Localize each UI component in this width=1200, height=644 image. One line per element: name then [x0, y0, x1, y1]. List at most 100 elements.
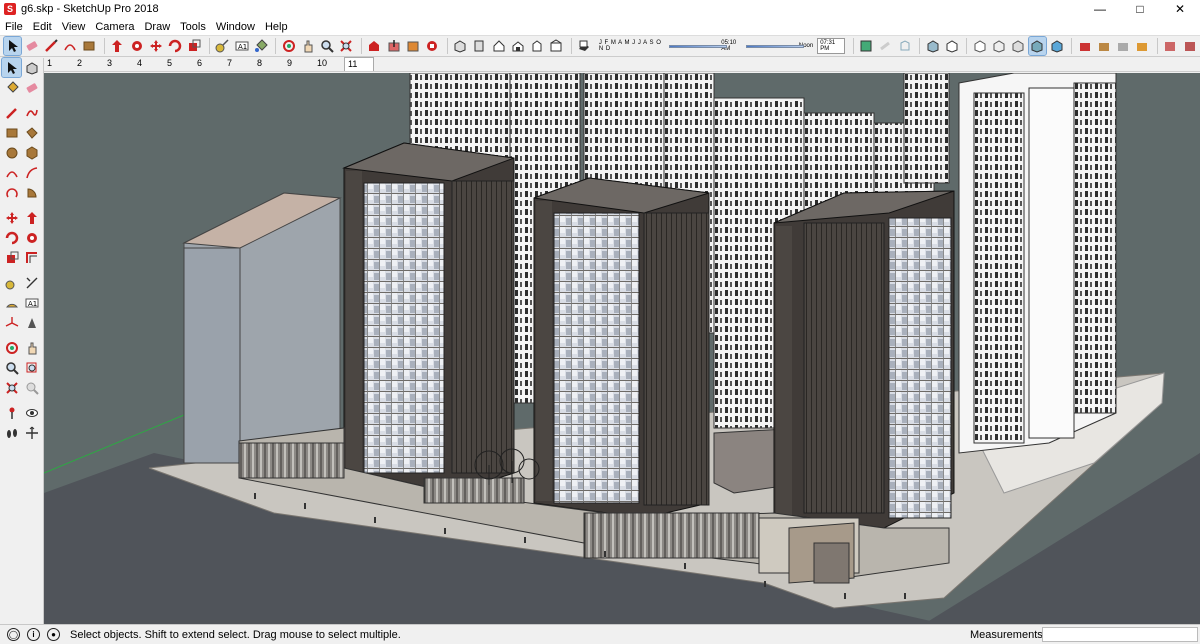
text-tool-icon[interactable]: A1 [233, 37, 250, 55]
eraser-icon[interactable] [23, 37, 40, 55]
warehouse-icon[interactable] [366, 37, 383, 55]
extension-warehouse-icon[interactable] [424, 37, 441, 55]
model-viewport[interactable] [44, 73, 1200, 624]
two-point-arc-icon[interactable] [22, 163, 41, 182]
scene-tab-7[interactable]: 7 [224, 57, 254, 71]
style-edges-icon[interactable] [990, 37, 1007, 55]
top-view-icon[interactable] [471, 37, 488, 55]
sunset-time[interactable]: 07:31 PM [817, 38, 845, 54]
dimension-icon[interactable] [22, 273, 41, 292]
minimize-icon[interactable]: — [1080, 0, 1120, 18]
three-point-arc-icon[interactable] [2, 183, 21, 202]
close-icon[interactable]: ✕ [1160, 0, 1200, 18]
freehand-icon[interactable] [22, 103, 41, 122]
plugin-three-icon[interactable] [1115, 37, 1132, 55]
arc-icon[interactable] [2, 163, 21, 182]
line-tool-icon[interactable] [42, 37, 59, 55]
measurements-input[interactable] [1042, 627, 1198, 642]
zoom-extents-side-icon[interactable] [2, 378, 21, 397]
move-tool-icon[interactable] [147, 37, 164, 55]
hidden-line-icon[interactable] [924, 37, 941, 55]
scene-tab-3[interactable]: 3 [104, 57, 134, 71]
style-textured-icon[interactable] [1027, 36, 1048, 56]
share-model-icon[interactable] [385, 37, 402, 55]
pan-icon[interactable] [299, 37, 316, 55]
xray-icon[interactable] [858, 37, 875, 55]
menu-help[interactable]: Help [260, 21, 293, 33]
text-label-icon[interactable]: A1 [22, 293, 41, 312]
offset-icon[interactable] [22, 248, 41, 267]
menu-view[interactable]: View [57, 21, 91, 33]
scene-tab-11[interactable]: 11 [344, 57, 374, 71]
rectangle-tool-icon[interactable] [81, 37, 98, 55]
menu-tools[interactable]: Tools [175, 21, 211, 33]
time-slider[interactable] [668, 41, 727, 51]
scene-tab-9[interactable]: 9 [284, 57, 314, 71]
iso-view-icon[interactable] [452, 37, 469, 55]
zoom-icon[interactable] [319, 37, 336, 55]
orbit-side-icon[interactable] [2, 338, 21, 357]
move-icon[interactable] [2, 208, 21, 227]
time-slider-track[interactable] [668, 45, 727, 48]
previous-view-icon[interactable] [22, 378, 41, 397]
menu-draw[interactable]: Draw [139, 21, 175, 33]
3d-text-icon[interactable] [22, 313, 41, 332]
arc-tool-icon[interactable] [62, 37, 79, 55]
pie-icon[interactable] [22, 183, 41, 202]
wireframe-icon[interactable] [896, 37, 913, 55]
plugin-one-icon[interactable] [1076, 37, 1093, 55]
push-pull-icon[interactable] [109, 37, 126, 55]
plugin-six-icon[interactable] [1181, 37, 1198, 55]
front-view-icon[interactable] [490, 37, 507, 55]
geo-location-icon[interactable]: ◯ [7, 628, 20, 641]
rotate-tool-icon[interactable] [166, 37, 183, 55]
look-around-icon[interactable] [22, 403, 41, 422]
scene-tab-6[interactable]: 6 [194, 57, 224, 71]
scene-tab-8[interactable]: 8 [254, 57, 284, 71]
position-camera-icon[interactable] [2, 403, 21, 422]
zoom-side-icon[interactable] [2, 358, 21, 377]
back-view-icon[interactable] [528, 37, 545, 55]
section-plane-icon[interactable] [22, 423, 41, 442]
shaded-icon[interactable] [943, 37, 960, 55]
maximize-icon[interactable]: □ [1120, 0, 1160, 18]
protractor-icon[interactable] [2, 293, 21, 312]
menu-camera[interactable]: Camera [90, 21, 139, 33]
right-view-icon[interactable] [509, 37, 526, 55]
paint-bucket-icon[interactable] [252, 37, 269, 55]
eraser-side-icon[interactable] [22, 78, 41, 97]
menu-file[interactable]: File [0, 21, 28, 33]
plugin-two-icon[interactable] [1095, 37, 1112, 55]
plugin-five-icon[interactable] [1162, 37, 1179, 55]
walk-icon[interactable] [2, 423, 21, 442]
axes-icon[interactable] [2, 313, 21, 332]
zoom-extents-icon[interactable] [338, 37, 355, 55]
menu-edit[interactable]: Edit [28, 21, 57, 33]
push-pull-side-icon[interactable] [22, 208, 41, 227]
paint-icon[interactable] [2, 78, 21, 97]
shadows-toggle-icon[interactable] [576, 37, 593, 55]
scene-tab-4[interactable]: 4 [134, 57, 164, 71]
select-tool-icon[interactable] [2, 36, 23, 56]
back-edges-icon[interactable] [877, 37, 894, 55]
scene-tab-2[interactable]: 2 [74, 57, 104, 71]
follow-me-icon[interactable] [128, 37, 145, 55]
polygon-icon[interactable] [22, 143, 41, 162]
zoom-window-icon[interactable] [22, 358, 41, 377]
scene-tab-10[interactable]: 10 [314, 57, 344, 71]
style-monochrome-icon[interactable] [1048, 37, 1065, 55]
pan-side-icon[interactable] [22, 338, 41, 357]
scale-icon[interactable] [2, 248, 21, 267]
menu-window[interactable]: Window [211, 21, 260, 33]
plugin-four-icon[interactable] [1134, 37, 1151, 55]
make-component-icon[interactable] [22, 58, 41, 77]
time-slider-noon-track[interactable] [746, 45, 805, 48]
share-component-icon[interactable] [404, 37, 421, 55]
follow-me-side-icon[interactable] [22, 228, 41, 247]
scale-tool-icon[interactable] [186, 37, 203, 55]
tape-icon[interactable] [2, 273, 21, 292]
select-icon[interactable] [1, 57, 22, 78]
style-sketchy-icon[interactable] [971, 37, 988, 55]
time-slider-noon[interactable] [746, 41, 805, 51]
month-scale[interactable]: J F M A M J J A S O N D [599, 40, 663, 52]
